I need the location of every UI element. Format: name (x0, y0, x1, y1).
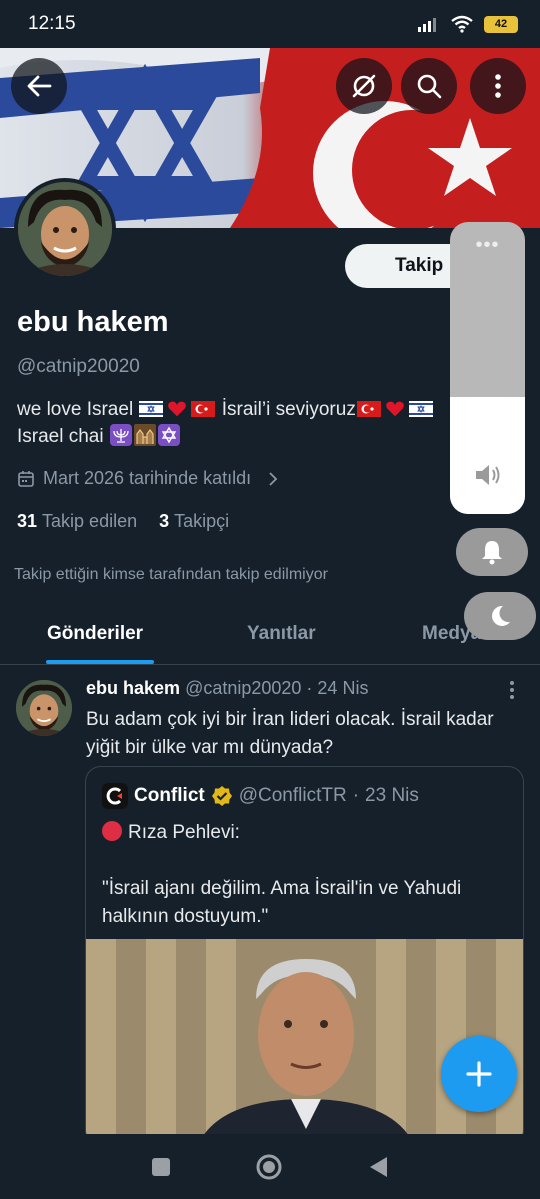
join-date[interactable]: Mart 2026 tarihinde katıldı (17, 468, 279, 489)
bell-icon (482, 541, 502, 565)
home-circle-icon[interactable] (255, 1153, 283, 1181)
status-icons: 42 (418, 15, 518, 33)
back-button[interactable] (11, 58, 67, 114)
status-time: 12:15 (28, 13, 76, 34)
no-sync-icon (352, 74, 376, 98)
not-followed-notice: Takip ettiğin kimse tarafından takip edi… (14, 566, 328, 583)
profile-avatar[interactable] (14, 178, 116, 280)
more-vert-icon (510, 681, 514, 699)
profile-bio: we love Israel İsrail’i seviyoruz Israel… (17, 396, 457, 450)
signal-icon (418, 18, 436, 32)
follow-stats: 31 Takip edilen 3 Takipçi (17, 511, 229, 532)
followers-link[interactable]: 3 Takipçi (159, 511, 229, 532)
turkey-flag-icon (356, 401, 381, 417)
red-heart-icon (386, 401, 404, 417)
speaker-icon (474, 463, 502, 492)
calendar-icon (18, 470, 34, 487)
chevron-right-icon (269, 471, 278, 486)
verified-badge-icon (211, 786, 232, 806)
compose-button[interactable] (441, 1036, 517, 1112)
quote-text: Rıza Pehlevi: "İsrail ajanı değilim. Ama… (102, 819, 512, 931)
plus-icon (466, 1061, 492, 1087)
battery-indicator: 42 (484, 15, 518, 33)
red-circle-icon (102, 821, 122, 841)
active-tab-indicator (46, 660, 154, 664)
search-button[interactable] (401, 58, 457, 114)
no-sync-button[interactable] (336, 58, 392, 114)
following-link[interactable]: 31 Takip edilen (17, 511, 137, 532)
bio-text-3: Israel chai (17, 426, 109, 447)
israel-flag-icon (139, 401, 164, 417)
quote-date[interactable]: 23 Nis (365, 785, 419, 807)
menorah-icon (109, 424, 132, 446)
tweet-avatar[interactable] (16, 680, 72, 736)
do-not-disturb-button[interactable] (464, 592, 536, 640)
tweet-header: ebu hakem @catnip20020 · 24 Nis (86, 678, 368, 699)
followers-count: 3 (159, 511, 170, 531)
quote-author-name[interactable]: Conflict (134, 785, 205, 807)
back-triangle-icon[interactable] (367, 1155, 389, 1179)
wifi-icon (451, 15, 473, 33)
volume-level (450, 397, 525, 514)
quote-line-1: Rıza Pehlevi: (128, 822, 240, 843)
bio-text-1: we love Israel (17, 399, 139, 420)
synagogue-icon (133, 424, 156, 446)
turkey-flag-icon (191, 401, 216, 417)
tweet-separator: · (301, 678, 318, 698)
profile-tabs: Gönderiler Yanıtlar Medya (0, 605, 540, 665)
tweet-date[interactable]: 24 Nis (317, 678, 368, 698)
star-of-david-icon (157, 424, 180, 446)
volume-menu-dots[interactable]: ••• (450, 234, 525, 257)
profile-name: ebu hakem (17, 306, 169, 338)
status-bar: 12:15 42 (0, 0, 540, 48)
more-options-button[interactable] (470, 58, 526, 114)
tweet-text: Bu adam çok iyi bir İran lideri olacak. … (86, 709, 494, 758)
israel-flag-icon (408, 401, 433, 417)
back-arrow-icon (27, 75, 52, 97)
tab-replies[interactable]: Yanıtlar (247, 623, 316, 645)
moon-icon (492, 605, 510, 626)
profile-handle: @catnip20020 (17, 356, 140, 377)
tweet-author-handle[interactable]: @catnip20020 (185, 678, 301, 698)
following-label: Takip edilen (42, 511, 138, 531)
quote-header: Conflict @ConflictTR · 23 Nis (102, 783, 419, 809)
quote-separator: · (352, 785, 360, 806)
system-nav-bar (0, 1134, 540, 1199)
red-heart-icon (168, 401, 187, 417)
quote-author-handle[interactable]: @ConflictTR (239, 785, 347, 807)
join-date-text: Mart 2026 tarihinde katıldı (43, 468, 252, 488)
tweet-more-button[interactable] (502, 680, 522, 705)
conflict-logo-icon (102, 783, 128, 809)
tweet-author-name[interactable]: ebu hakem (86, 678, 180, 698)
following-count: 31 (17, 511, 38, 531)
tab-posts[interactable]: Gönderiler (47, 623, 143, 645)
search-icon (417, 74, 442, 99)
quote-line-2: "İsrail ajanı değilim. Ama İsrail'in ve … (102, 878, 462, 927)
volume-slider[interactable]: ••• (450, 222, 525, 514)
bio-text-2: İsrail’i seviyoruz (216, 399, 356, 420)
followers-label: Takipçi (174, 511, 230, 531)
ring-mode-button[interactable] (456, 528, 528, 576)
more-vert-icon (495, 74, 501, 98)
recents-square-icon[interactable] (151, 1157, 171, 1177)
